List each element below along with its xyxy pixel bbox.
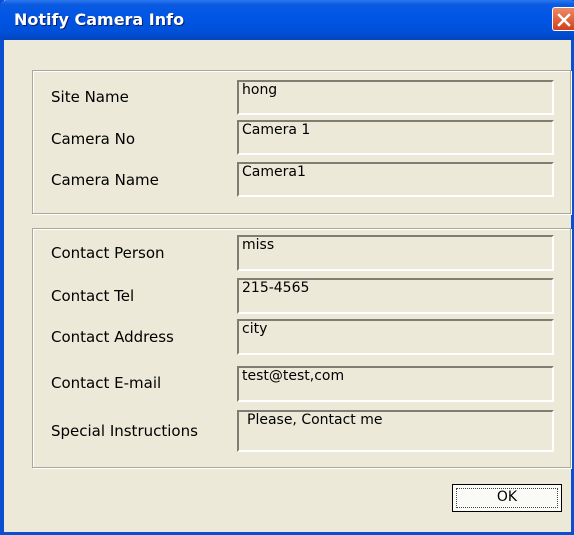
ok-button[interactable]: OK: [452, 484, 562, 512]
focus-rectangle: [456, 488, 558, 508]
special-instructions-label: Special Instructions: [51, 422, 198, 440]
close-button[interactable]: [552, 7, 574, 31]
camera-no-field[interactable]: Camera 1: [237, 120, 554, 155]
close-icon: [557, 13, 571, 27]
contact-tel-label: Contact Tel: [51, 287, 135, 305]
title-bar[interactable]: Notify Camera Info: [0, 0, 574, 40]
contact-email-field[interactable]: test@test,com: [237, 366, 554, 402]
site-name-field[interactable]: hong: [237, 80, 554, 115]
contact-person-label: Contact Person: [51, 244, 165, 262]
notify-camera-info-dialog: Notify Camera Info Site Name hong Camera…: [0, 0, 574, 535]
contact-tel-field[interactable]: 215-4565: [237, 278, 554, 314]
contact-address-field[interactable]: city: [237, 319, 554, 355]
window-title: Notify Camera Info: [14, 10, 185, 29]
contact-address-label: Contact Address: [51, 328, 174, 346]
site-name-label: Site Name: [51, 88, 129, 106]
special-instructions-field[interactable]: Please, Contact me: [237, 410, 554, 452]
camera-name-field[interactable]: Camera1: [237, 162, 554, 197]
camera-name-label: Camera Name: [51, 171, 159, 189]
contact-email-label: Contact E-mail: [51, 374, 162, 392]
contact-person-field[interactable]: miss: [237, 235, 554, 271]
camera-no-label: Camera No: [51, 130, 136, 148]
